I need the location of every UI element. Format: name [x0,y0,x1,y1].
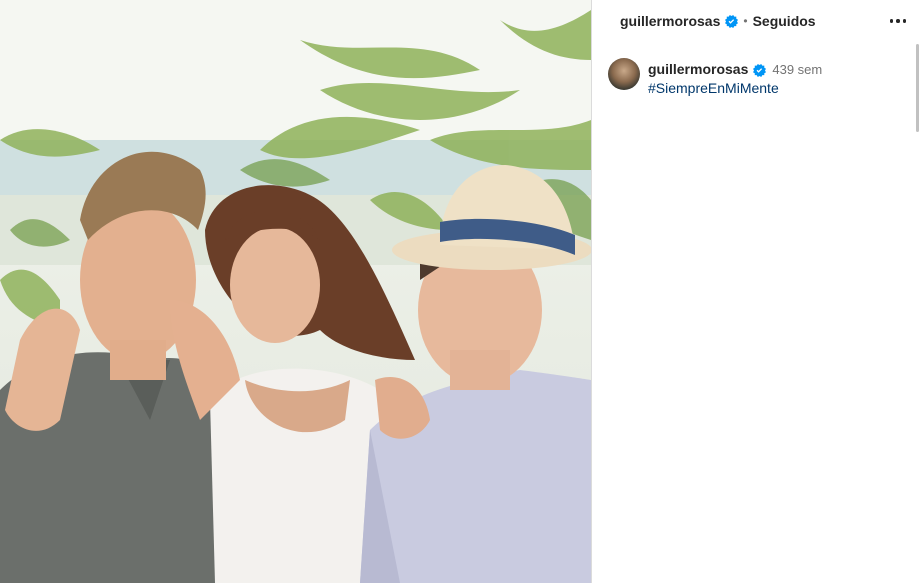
following-button[interactable]: Seguidos [753,13,816,29]
more-options-icon[interactable] [887,10,909,32]
hashtag-link[interactable]: #SiempreEnMiMente [648,79,822,97]
post-timestamp[interactable]: 439 sem [772,62,822,77]
verified-badge-icon [725,14,739,28]
verified-badge-icon [753,63,767,77]
post-caption: guillermorosas 439 sem #SiempreEnMiMente [608,58,908,97]
avatar[interactable] [608,58,640,90]
post-photo[interactable] [0,0,591,583]
post-header: guillermorosas • Seguidos [592,0,919,42]
header-username[interactable]: guillermorosas [620,13,720,29]
post-details-panel: guillermorosas • Seguidos guillermorosas… [592,0,919,583]
caption-body: guillermorosas 439 sem #SiempreEnMiMente [648,60,822,97]
post-photo-illustration [0,0,591,583]
caption-username[interactable]: guillermorosas [648,61,748,77]
header-separator: • [743,14,748,28]
